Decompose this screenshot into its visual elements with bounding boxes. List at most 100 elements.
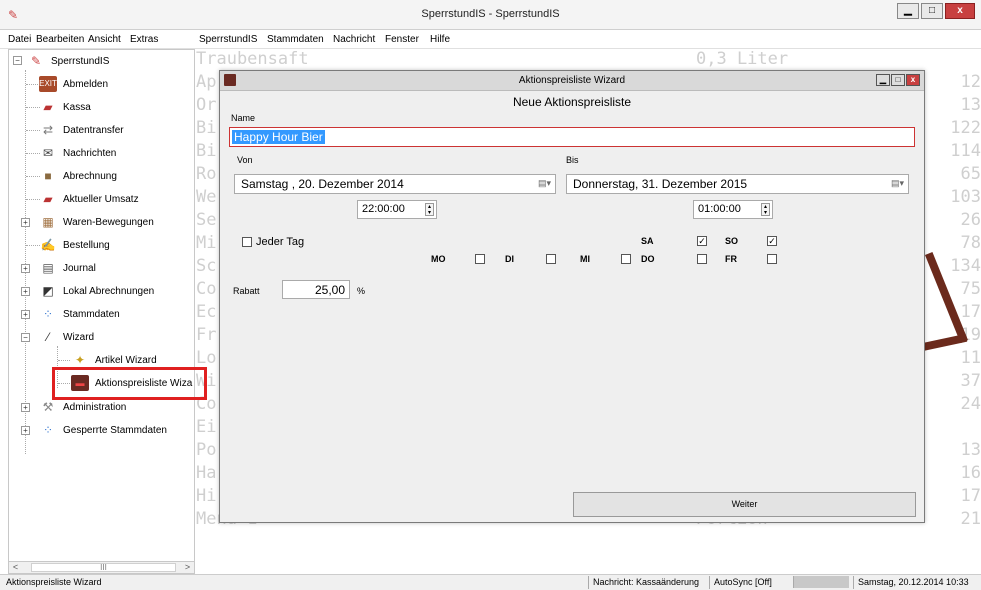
tree-horizontal-scrollbar[interactable]: < III > bbox=[8, 561, 195, 574]
article-price: 24 bbox=[960, 394, 981, 414]
tree-item-bestellung[interactable]: ✍ Bestellung bbox=[39, 235, 110, 255]
tree-item-label: Kassa bbox=[63, 101, 91, 113]
article-price: 16 bbox=[960, 463, 981, 483]
tree-item-lokal-abrechnungen[interactable]: ◩ Lokal Abrechnungen bbox=[39, 281, 154, 301]
tree-item-administration[interactable]: ⚒ Administration bbox=[39, 397, 127, 417]
dialog-minimize-button[interactable]: ▁ bbox=[876, 74, 890, 86]
tree-item-label: Abmelden bbox=[63, 78, 109, 90]
tools-icon: ⚒ bbox=[42, 400, 54, 414]
bis-date-picker[interactable]: Donnerstag, 31. Dezember 2015 ▤▾ bbox=[566, 174, 909, 194]
day-label-mo: MO bbox=[431, 254, 446, 264]
boxes-icon: ▦ bbox=[42, 215, 54, 229]
cash-register-icon: ▰ bbox=[43, 192, 53, 206]
tree-item-aktueller-umsatz[interactable]: ▰ Aktueller Umsatz bbox=[39, 189, 138, 209]
article-price: 13 bbox=[960, 95, 981, 115]
article-price: 21 bbox=[960, 509, 981, 529]
close-button[interactable]: x bbox=[945, 3, 975, 19]
tree-item-label: SperrstundIS bbox=[51, 55, 110, 67]
article-price: 12 bbox=[960, 72, 981, 92]
expander-wizard[interactable]: − bbox=[21, 333, 30, 342]
maximize-button[interactable]: □ bbox=[921, 3, 943, 19]
transfer-icon: ⇄ bbox=[42, 123, 54, 137]
menu-nachricht[interactable]: Nachricht bbox=[333, 34, 375, 45]
status-autosync: AutoSync [Off] bbox=[709, 576, 772, 589]
jeder-tag-checkbox[interactable] bbox=[242, 237, 252, 247]
menu-stammdaten[interactable]: Stammdaten bbox=[267, 34, 324, 45]
dialog-close-button[interactable]: x bbox=[906, 74, 920, 86]
wand-star-icon: ✦ bbox=[74, 353, 86, 367]
tree-item-abrechnung[interactable]: ■ Abrechnung bbox=[39, 166, 117, 186]
day-checkbox-mo[interactable] bbox=[475, 254, 485, 264]
window-titlebar: ✎ SperrstundIS - SperrstundIS ▁ □ x bbox=[0, 0, 981, 30]
weiter-button[interactable]: Weiter bbox=[573, 492, 916, 517]
day-checkbox-mi[interactable] bbox=[621, 254, 631, 264]
article-name: We bbox=[196, 187, 217, 207]
von-date-picker[interactable]: Samstag , 20. Dezember 2014 ▤▾ bbox=[234, 174, 556, 194]
menu-bearbeiten[interactable]: Bearbeiten bbox=[36, 34, 84, 45]
scroll-right-icon[interactable]: > bbox=[181, 562, 194, 573]
expander-gesperrte[interactable]: + bbox=[21, 426, 30, 435]
expander-journal[interactable]: + bbox=[21, 264, 30, 273]
tree-item-journal[interactable]: ▤ Journal bbox=[39, 258, 95, 278]
menu-sperrstundis[interactable]: SperrstundIS bbox=[199, 34, 257, 45]
expander-lokal[interactable]: + bbox=[21, 287, 30, 296]
day-checkbox-fr[interactable] bbox=[767, 254, 777, 264]
expander-root[interactable]: − bbox=[13, 56, 22, 65]
article-name: Ap bbox=[196, 72, 217, 92]
time-spinner-icon[interactable]: ▴ ▾ bbox=[761, 203, 770, 216]
scroll-left-icon[interactable]: < bbox=[9, 562, 22, 573]
tree-item-wizard[interactable]: ⁄ Wizard bbox=[39, 327, 94, 347]
red-highlight-box bbox=[52, 367, 207, 400]
tree-item-gesperrte-stammdaten[interactable]: ⁘ Gesperrte Stammdaten bbox=[39, 420, 167, 440]
tree-item-waren-bewegungen[interactable]: ▦ Waren-Bewegungen bbox=[39, 212, 153, 232]
bis-label: Bis bbox=[566, 155, 579, 165]
pen-icon: ✎ bbox=[30, 54, 42, 68]
day-label-fr: FR bbox=[725, 254, 737, 264]
tree-item-stammdaten[interactable]: ⁘ Stammdaten bbox=[39, 304, 120, 324]
day-checkbox-di[interactable] bbox=[546, 254, 556, 264]
tree-item-label: Nachrichten bbox=[63, 147, 117, 159]
minimize-button[interactable]: ▁ bbox=[897, 3, 919, 19]
article-row[interactable]: Traubensaft 0,3 Liter bbox=[196, 49, 981, 71]
day-checkbox-sa[interactable]: ✓ bbox=[697, 236, 707, 246]
day-checkbox-so[interactable]: ✓ bbox=[767, 236, 777, 246]
menu-extras[interactable]: Extras bbox=[130, 34, 158, 45]
tree-item-nachrichten[interactable]: ✉ Nachrichten bbox=[39, 143, 116, 163]
article-name: Fr bbox=[196, 325, 217, 345]
name-input[interactable]: Happy Hour Bier bbox=[229, 127, 915, 147]
von-date-value: Samstag , 20. Dezember 2014 bbox=[241, 177, 404, 191]
expander-waren[interactable]: + bbox=[21, 218, 30, 227]
menu-fenster[interactable]: Fenster bbox=[385, 34, 419, 45]
expander-administration[interactable]: + bbox=[21, 403, 30, 412]
von-time-value: 22:00:00 bbox=[362, 203, 405, 215]
menu-ansicht[interactable]: Ansicht bbox=[88, 34, 121, 45]
tree-item-root[interactable]: ✎ SperrstundIS bbox=[27, 51, 109, 71]
tree-item-label: Datentransfer bbox=[63, 124, 124, 136]
article-price: 78 bbox=[960, 233, 981, 253]
bis-time-input[interactable]: 01:00:00 ▴ ▾ bbox=[693, 200, 773, 219]
day-checkbox-do[interactable] bbox=[697, 254, 707, 264]
day-label-di: DI bbox=[505, 254, 514, 264]
tree-item-kassa[interactable]: ▰ Kassa bbox=[39, 97, 91, 117]
article-name: Ec bbox=[196, 302, 217, 322]
tree-item-datentransfer[interactable]: ⇄ Datentransfer bbox=[39, 120, 124, 140]
expander-stammdaten[interactable]: + bbox=[21, 310, 30, 319]
time-spinner-icon[interactable]: ▴ ▾ bbox=[425, 203, 434, 216]
von-time-input[interactable]: 22:00:00 ▴ ▾ bbox=[357, 200, 437, 219]
menu-datei[interactable]: Datei bbox=[8, 34, 31, 45]
calendar-dropdown-icon[interactable]: ▤▾ bbox=[891, 178, 904, 189]
calendar-dropdown-icon[interactable]: ▤▾ bbox=[538, 178, 551, 189]
dialog-maximize-button[interactable]: □ bbox=[891, 74, 905, 86]
aktionspreisliste-wizard-dialog: Aktionspreisliste Wizard ▁ □ x Neue Akti… bbox=[219, 70, 925, 523]
tree-item-abmelden[interactable]: EXIT Abmelden bbox=[39, 74, 108, 94]
tree-item-label: Wizard bbox=[63, 331, 95, 343]
scroll-thumb[interactable]: III bbox=[31, 563, 176, 572]
article-name: Ha bbox=[196, 463, 217, 483]
rabatt-input[interactable]: 25,00 bbox=[282, 280, 350, 299]
menu-hilfe[interactable]: Hilfe bbox=[430, 34, 450, 45]
tree-item-label: Lokal Abrechnungen bbox=[63, 285, 155, 297]
tree-item-label: Bestellung bbox=[63, 239, 110, 251]
box-icon: ■ bbox=[44, 169, 52, 183]
article-price: 11 bbox=[960, 348, 981, 368]
status-text: Aktionspreisliste Wizard bbox=[6, 577, 102, 587]
